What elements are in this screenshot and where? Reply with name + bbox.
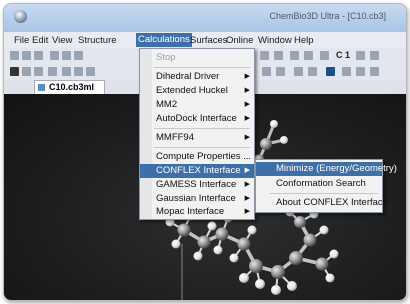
zoom-icon[interactable] — [48, 67, 57, 76]
menu-item-label: Stop — [156, 52, 176, 63]
document-icon — [38, 84, 45, 91]
menu-item-compute-properties[interactable]: Compute Properties ... — [140, 150, 254, 164]
menu-item-label: Conformation Search — [276, 178, 366, 189]
label-icon[interactable] — [320, 51, 329, 60]
menu-surfaces[interactable]: Surfaces — [190, 35, 228, 46]
menu-item-label: Mopac Interface — [156, 206, 225, 217]
menu-item-label: About CONFLEX Interface — [276, 197, 388, 208]
menu-bar: File Edit View Structure Calculations Su… — [4, 32, 406, 48]
menu-item-mopac-interface[interactable]: Mopac Interface ▶ — [140, 205, 254, 219]
reset-view-icon[interactable] — [370, 67, 379, 76]
menu-separator — [270, 193, 378, 194]
menu-item-label: Extended Huckel — [156, 85, 228, 96]
table-icon[interactable] — [370, 51, 379, 60]
fit-icon[interactable] — [342, 67, 351, 76]
menu-item-label: CONFLEX Interface — [156, 165, 241, 176]
submenu-arrow-icon: ▶ — [244, 87, 250, 94]
bond-tool-icon[interactable] — [74, 67, 83, 76]
menu-separator — [154, 67, 250, 68]
menu-item-label: AutoDock Interface — [156, 113, 237, 124]
submenu-arrow-icon: ▶ — [244, 167, 250, 174]
double-bond-icon[interactable] — [86, 67, 95, 76]
submenu-arrow-icon: ▶ — [244, 134, 250, 141]
submenu-arrow-icon: ▶ — [244, 195, 250, 202]
dash-bond-icon[interactable] — [262, 67, 271, 76]
redo-icon[interactable] — [274, 51, 283, 60]
menu-help[interactable]: Help — [294, 35, 314, 46]
new-file-icon[interactable] — [10, 51, 19, 60]
title-bar: ChemBio3D Ultra - [C10.cb3] — [4, 4, 406, 32]
menu-structure[interactable]: Structure — [78, 35, 117, 46]
element-indicator[interactable]: C 1 — [336, 50, 350, 60]
menu-item-conformation-search[interactable]: Conformation Search — [256, 177, 382, 191]
submenu-arrow-icon: ▶ — [244, 73, 250, 80]
wedge-bond-icon[interactable] — [276, 67, 285, 76]
submenu-arrow-icon: ▶ — [244, 181, 250, 188]
menu-item-extended-huckel[interactable]: Extended Huckel ▶ — [140, 84, 254, 98]
document-tab-label: C10.cb3ml — [49, 82, 95, 92]
undo-icon[interactable] — [260, 51, 269, 60]
menu-item-label: MM2 — [156, 99, 178, 110]
submenu-arrow-icon: ▶ — [244, 208, 250, 215]
menu-item-minimize[interactable]: Minimize (Energy/Geometry) — [256, 162, 397, 176]
stereo-icon[interactable] — [304, 51, 313, 60]
color-icon[interactable] — [294, 67, 303, 76]
menu-item-dihedral-driver[interactable]: Dihedral Driver ▶ — [140, 70, 254, 84]
menu-item-mm2[interactable]: MM2 ▶ — [140, 98, 254, 112]
menu-online[interactable]: Online — [226, 35, 253, 46]
center-icon[interactable] — [356, 67, 365, 76]
copy-icon[interactable] — [62, 51, 71, 60]
model-settings-icon[interactable] — [326, 67, 335, 76]
grid-icon[interactable] — [356, 51, 365, 60]
menu-item-label: Compute Properties ... — [156, 151, 252, 162]
menu-separator — [154, 147, 250, 148]
menu-item-gaussian-interface[interactable]: Gaussian Interface ▶ — [140, 192, 254, 206]
translate-icon[interactable] — [62, 67, 71, 76]
menu-item-about-conflex[interactable]: About CONFLEX Interface — [256, 196, 388, 210]
hydrogen-bonds — [169, 211, 335, 291]
menu-item-gamess-interface[interactable]: GAMESS Interface ▶ — [140, 178, 254, 192]
document-tab[interactable]: C10.cb3ml — [34, 80, 106, 94]
menu-item-label: Minimize (Energy/Geometry) — [276, 163, 397, 174]
open-file-icon[interactable] — [22, 51, 31, 60]
app-menu-icon[interactable] — [14, 10, 27, 23]
menu-item-mmff94[interactable]: MMFF94 ▶ — [140, 131, 254, 145]
conflex-submenu: Minimize (Energy/Geometry) Conformation … — [255, 159, 397, 213]
menu-window[interactable]: Window — [258, 35, 292, 46]
menu-item-label: Gaussian Interface — [156, 193, 236, 204]
menu-item-stop[interactable]: Stop — [140, 51, 254, 65]
submenu-arrow-icon: ▶ — [244, 101, 250, 108]
window-title: ChemBio3D Ultra - [C10.cb3] — [269, 11, 386, 21]
menu-calculations[interactable]: Calculations — [136, 33, 192, 47]
cut-icon[interactable] — [50, 51, 59, 60]
menu-item-conflex-interface[interactable]: CONFLEX Interface ▶ — [140, 164, 254, 178]
application-window: ChemBio3D Ultra - [C10.cb3] File Edit Vi… — [3, 3, 407, 301]
save-icon[interactable] — [34, 51, 43, 60]
lasso-icon[interactable] — [22, 67, 31, 76]
menu-item-autodock-interface[interactable]: AutoDock Interface ▶ — [140, 112, 254, 126]
submenu-arrow-icon: ▶ — [244, 115, 250, 122]
measure-icon[interactable] — [308, 67, 317, 76]
calculations-menu: Stop Dihedral Driver ▶ Extended Huckel ▶… — [139, 48, 255, 220]
select-arrow-icon[interactable] — [10, 67, 19, 76]
paste-icon[interactable] — [74, 51, 83, 60]
menu-edit[interactable]: Edit — [32, 35, 48, 46]
menu-item-label: GAMESS Interface — [156, 179, 237, 190]
menu-item-label: MMFF94 — [156, 132, 194, 143]
rotate-icon[interactable] — [34, 67, 43, 76]
menu-separator — [154, 128, 250, 129]
menu-view[interactable]: View — [52, 35, 72, 46]
menu-item-label: Dihedral Driver — [156, 71, 220, 82]
display-mode-icon[interactable] — [290, 51, 299, 60]
menu-file[interactable]: File — [14, 35, 29, 46]
